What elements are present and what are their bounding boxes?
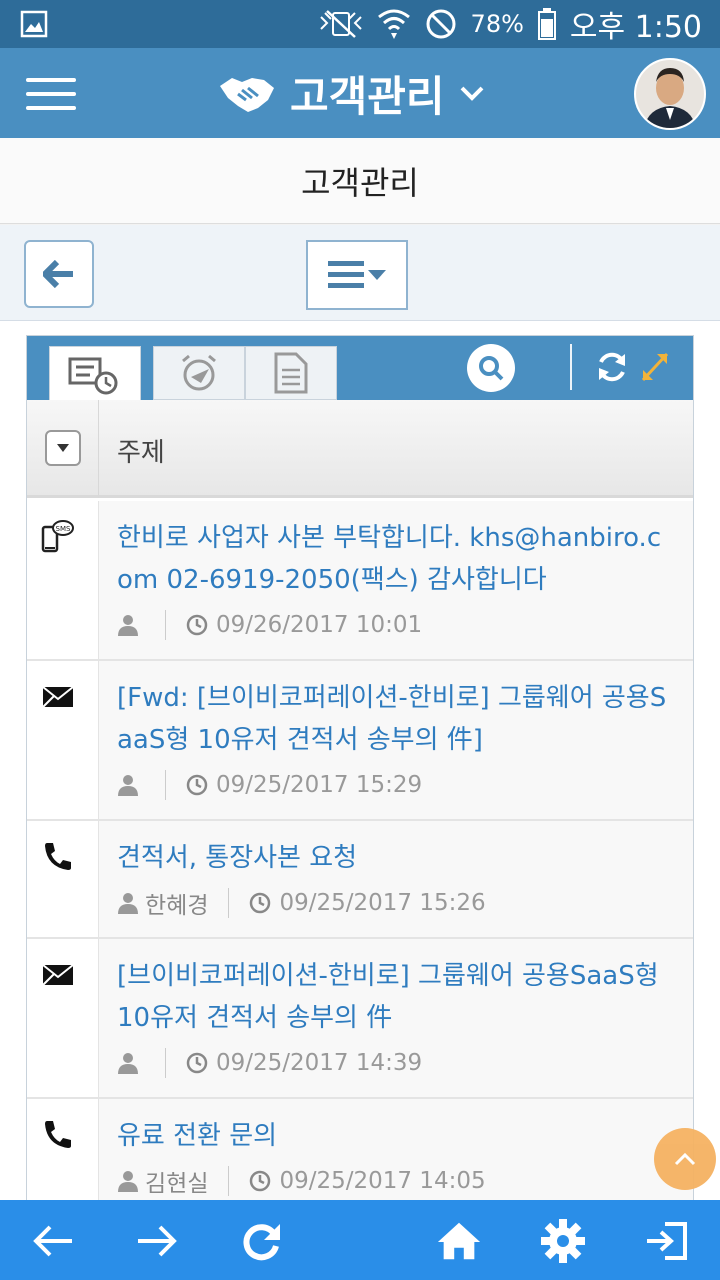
toolbar-divider: [570, 344, 572, 390]
home-icon: [437, 1222, 481, 1260]
header-title: 고객관리: [290, 71, 445, 121]
tab-history[interactable]: [49, 346, 141, 402]
list-menu-icon: [328, 261, 386, 288]
image-icon: [20, 10, 48, 38]
list-item-subject[interactable]: 한비로 사업자 사본 부탁합니다. khs@hanbiro.com 02-691…: [117, 517, 669, 601]
select-cell: [27, 400, 99, 498]
phone-icon: [45, 1121, 71, 1148]
blocked-icon: [426, 9, 456, 39]
user-icon: [118, 775, 138, 796]
list-item[interactable]: 견적서, 통장사본 요청 한혜경 09/25/2017 15:26: [27, 821, 693, 939]
tab-alarm[interactable]: [153, 346, 245, 400]
sms-icon: SMS: [41, 520, 74, 553]
hamburger-icon[interactable]: [26, 78, 76, 112]
module-selector[interactable]: 고객관리: [218, 66, 485, 121]
reload-icon: [243, 1224, 280, 1261]
document-icon: [274, 352, 308, 394]
page-title: 고객관리: [301, 163, 419, 202]
list-item-subject[interactable]: [브이비코퍼레이션-한비로] 그룹웨어 공용SaaS형 10유저 견적서 송부의…: [117, 955, 669, 1039]
list-item-datetime: 09/25/2017 14:39: [216, 1050, 423, 1076]
tab-document[interactable]: [245, 346, 337, 400]
refresh-icon: [599, 352, 625, 382]
scroll-top-button[interactable]: [654, 1128, 716, 1190]
user-icon: [118, 893, 138, 914]
expand-icon: [641, 352, 669, 382]
svg-text:SMS: SMS: [56, 525, 71, 533]
nav-back-button[interactable]: [30, 1218, 76, 1264]
list-item[interactable]: [브이비코퍼레이션-한비로] 그룹웨어 공용SaaS형 10유저 견적서 송부의…: [27, 939, 693, 1099]
refresh-button[interactable]: [595, 350, 629, 384]
search-icon: [479, 356, 504, 381]
arrow-up-icon: [674, 1152, 696, 1166]
caret-down-icon: [57, 444, 69, 452]
list-menu-button[interactable]: [306, 240, 408, 310]
handshake-icon: [220, 78, 274, 112]
list-item-datetime: 09/26/2017 10:01: [216, 612, 423, 638]
list-item-datetime: 09/25/2017 15:29: [216, 772, 423, 798]
clock-icon: [186, 614, 208, 636]
app-header: 고객관리: [0, 48, 720, 138]
activity-list: SMS 한비로 사업자 사본 부탁합니다. khs@hanbiro.com 02…: [27, 501, 693, 1214]
clock-icon: [250, 1170, 271, 1192]
list-item[interactable]: SMS 한비로 사업자 사본 부탁합니다. khs@hanbiro.com 02…: [27, 501, 693, 661]
list-item-user: 김현실: [145, 1171, 209, 1197]
envelope-icon: [42, 686, 74, 708]
envelope-icon: [42, 964, 74, 986]
battery-icon: [537, 8, 556, 40]
column-subject: 주제: [117, 438, 165, 468]
chevron-down-icon: [460, 86, 483, 101]
nav-reload-button[interactable]: [238, 1218, 284, 1264]
list-item-datetime: 09/25/2017 15:26: [279, 890, 486, 916]
clock-icon: [250, 892, 271, 914]
nav-settings-button[interactable]: [540, 1218, 586, 1264]
list-item[interactable]: [Fwd: [브이비코퍼레이션-한비로] 그룹웨어 공용SaaS형 10유저 견…: [27, 661, 693, 821]
alarm-icon: [182, 354, 216, 391]
clock-time: 오후 1:50: [569, 10, 702, 45]
bottom-nav: [0, 1200, 720, 1280]
back-arrow-icon: [43, 260, 73, 288]
select-dropdown[interactable]: [45, 430, 81, 466]
list-column-header: 주제: [27, 400, 693, 498]
nav-forward-button[interactable]: [134, 1218, 180, 1264]
list-item-user: 한혜경: [145, 893, 209, 919]
wifi-icon: [377, 9, 410, 39]
user-icon: [118, 1053, 138, 1074]
nav-logout-button[interactable]: [644, 1218, 690, 1264]
list-item-subject[interactable]: 견적서, 통장사본 요청: [117, 837, 669, 879]
avatar[interactable]: [634, 58, 706, 130]
clock-icon: [186, 1052, 208, 1074]
list-item-subject[interactable]: 유료 전환 문의: [117, 1115, 669, 1157]
list-item[interactable]: 유료 전환 문의 김현실 09/25/2017 14:05: [27, 1099, 693, 1214]
toolbar: [0, 225, 720, 321]
content-area: 주제 SMS 한비로 사업자 사본 부탁합니다. khs@hanbiro.com…: [0, 321, 720, 1215]
page-title-bar: 고객관리: [0, 138, 720, 224]
gear-icon: [541, 1219, 585, 1263]
clock-icon: [186, 774, 208, 796]
list-item-datetime: 09/25/2017 14:05: [279, 1168, 486, 1194]
logout-icon: [647, 1222, 687, 1260]
user-icon: [118, 1171, 138, 1192]
back-button[interactable]: [24, 240, 94, 308]
history-icon: [68, 357, 118, 394]
arrow-left-icon: [33, 1225, 72, 1257]
phone-icon: [45, 843, 71, 870]
list-item-subject[interactable]: [Fwd: [브이비코퍼레이션-한비로] 그룹웨어 공용SaaS형 10유저 견…: [117, 677, 669, 761]
search-button[interactable]: [467, 344, 515, 392]
expand-button[interactable]: [639, 350, 671, 384]
user-icon: [118, 615, 138, 636]
battery-percent: 78%: [470, 10, 524, 38]
arrow-right-icon: [138, 1225, 177, 1257]
tab-strip: [27, 336, 693, 402]
status-bar: 78% 오후 1:50: [0, 0, 720, 48]
activity-panel: 주제 SMS 한비로 사업자 사본 부탁합니다. khs@hanbiro.com…: [26, 335, 694, 1215]
mute-icon: [319, 10, 362, 38]
nav-home-button[interactable]: [436, 1218, 482, 1264]
